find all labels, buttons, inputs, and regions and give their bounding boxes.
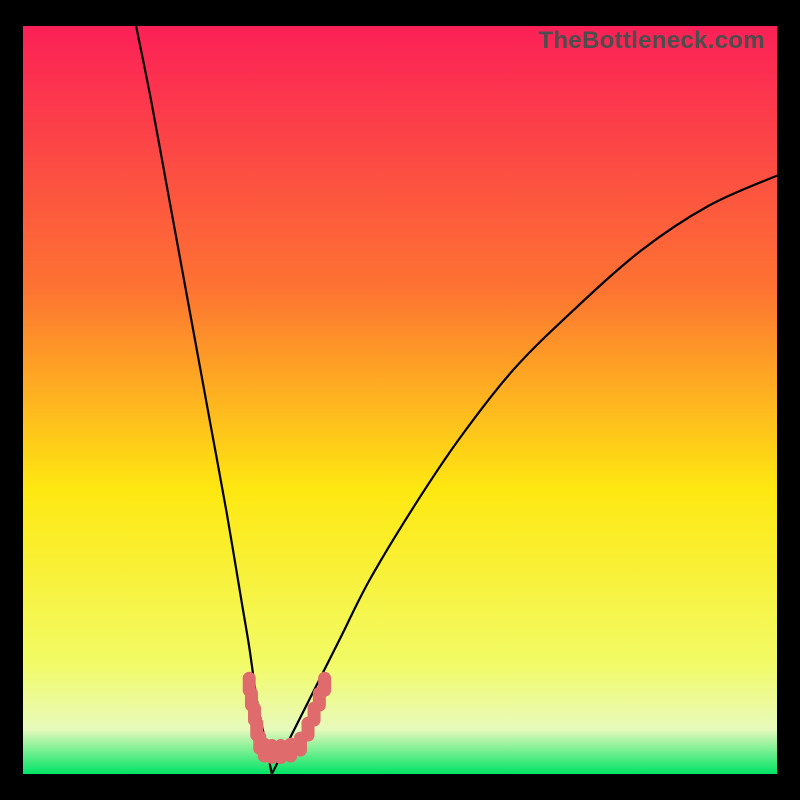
marker-dot [318, 672, 331, 697]
gradient-bg [23, 26, 777, 774]
bottleneck-plot [23, 26, 777, 774]
chart-frame: TheBottleneck.com [0, 0, 800, 800]
